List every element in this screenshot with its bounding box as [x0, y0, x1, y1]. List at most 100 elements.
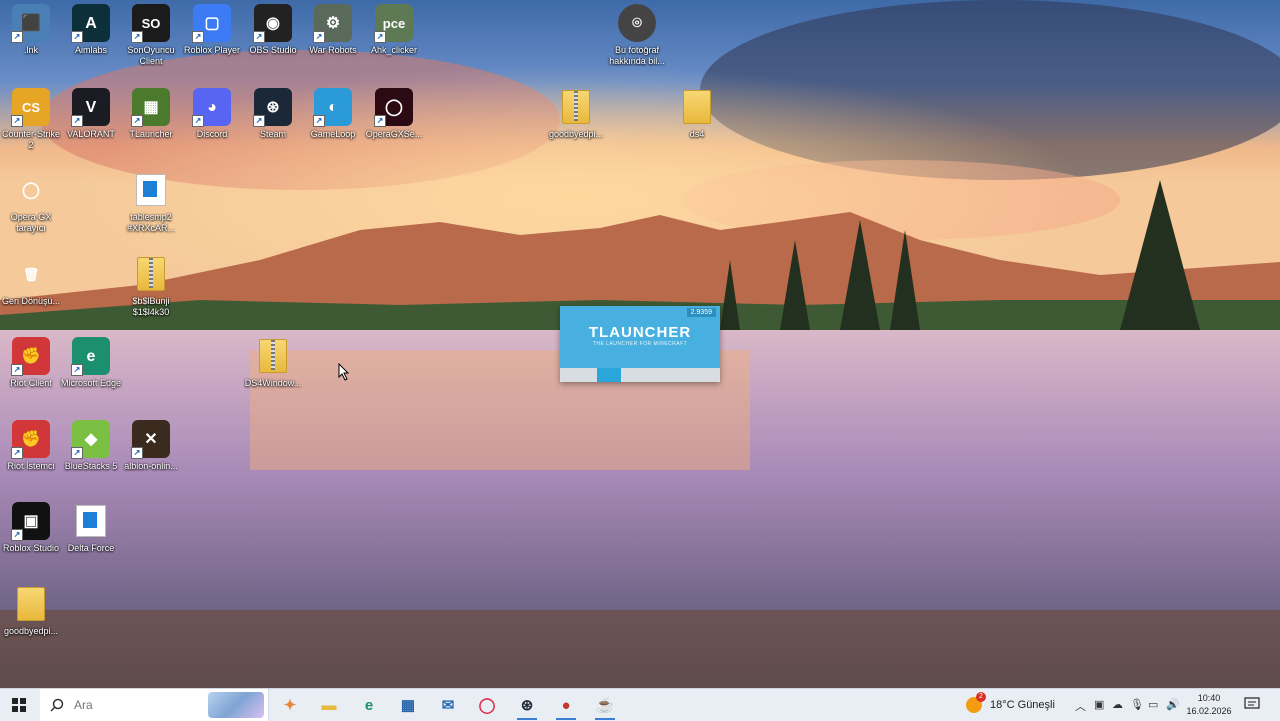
roblox-player-icon[interactable]: ▢ ↗ Roblox Player	[181, 4, 243, 56]
opera-gx-icon[interactable]: ◯ Opera GX tarayıcı	[0, 171, 62, 234]
obs-studio-glyph-icon: ◉ ↗	[253, 4, 292, 43]
shortcut-arrow-icon: ↗	[374, 115, 386, 127]
system-clock[interactable]: 10:40 16.02.2026	[1183, 692, 1235, 718]
albion-online-icon[interactable]: ✕ ↗ albion-onlin...	[120, 420, 182, 472]
steam-taskbar-button[interactable]: ⊛	[513, 693, 541, 720]
delta-force-icon[interactable]: Delta Force	[60, 502, 122, 554]
desktop-icon-label: Opera GX tarayıcı	[10, 212, 52, 233]
gameloop-glyph-icon: ◐ ↗	[313, 88, 352, 127]
unknown-app-taskbar-button[interactable]: ●	[552, 693, 580, 720]
gameloop-icon[interactable]: ◐ ↗ GameLoop	[302, 88, 364, 140]
desktop-icon-label: Bu fotoğraf hakkında bil...	[609, 45, 665, 66]
counter-strike-icon[interactable]: CS ↗ Counter-Strike 2	[0, 88, 62, 151]
operagx-setup-glyph-icon: ◯ ↗	[374, 88, 413, 127]
obs-studio-icon[interactable]: ◉ ↗ OBS Studio	[242, 4, 304, 56]
start-button[interactable]	[5, 693, 33, 717]
volume-icon[interactable]: 🔊	[1166, 698, 1180, 711]
weather-badge: 2	[976, 692, 986, 702]
aimlabs-icon[interactable]: A ↗ Aimlabs	[60, 4, 122, 56]
mail-taskbar-button[interactable]: ✉	[434, 693, 462, 717]
ds4windows-zip-icon[interactable]: DS4Window...	[242, 337, 304, 389]
tray-app-icon[interactable]: ▣	[1094, 698, 1104, 711]
shortcut-arrow-icon: ↗	[131, 447, 143, 459]
ahk-clicker-glyph-icon: pce ↗	[374, 4, 413, 43]
tlauncher-splash-window[interactable]: 2.9359 TLAUNCHER THE LAUNCHER FOR MINECR…	[560, 306, 720, 382]
ahk-clicker-icon[interactable]: pce ↗ Ahk_clicker	[363, 4, 425, 56]
riot-istemci-icon[interactable]: ✊ ↗ Riot İstemci	[0, 420, 62, 472]
riot-client-icon[interactable]: ✊ ↗ Riot Client	[0, 337, 62, 389]
tablesmp-icon[interactable]: tablesmp2 #XRXcAR...	[120, 171, 182, 234]
shortcut-arrow-icon: ↗	[11, 529, 23, 541]
photo-info-icon[interactable]: ⌾ Bu fotoğraf hakkında bil...	[606, 4, 668, 67]
copilot-taskbar-icon: ✦	[283, 697, 297, 714]
shortcut-arrow-icon: ↗	[11, 31, 23, 43]
valorant-icon[interactable]: V ↗ VALORANT	[60, 88, 122, 140]
roblox-player-glyph-icon: ▢ ↗	[192, 4, 231, 43]
operagx-setup-icon[interactable]: ◯ ↗ OperaGXSe...	[363, 88, 425, 140]
clock-date: 16.02.2026	[1186, 706, 1232, 716]
java-taskbar-button[interactable]: ☕	[591, 693, 619, 720]
desktop-icon-label: War Robots	[309, 45, 357, 55]
ds4-folder-icon[interactable]: ds4	[666, 88, 728, 140]
edge-taskbar-button[interactable]: e	[355, 693, 383, 717]
search-input[interactable]	[72, 697, 196, 713]
desktop-icon-label: TLauncher	[129, 129, 173, 139]
file-explorer-taskbar-button[interactable]: ▬	[315, 693, 343, 717]
tlauncher-subtitle: THE LAUNCHER FOR MINECRAFT	[592, 341, 688, 347]
desktop-icon-label: SonOyuncu Client	[127, 45, 175, 66]
tlauncher-glyph-icon: ▦ ↗	[131, 88, 170, 127]
mouse-cursor-icon	[338, 363, 350, 381]
show-hidden-icons-chevron-icon[interactable]: ︿	[1075, 698, 1086, 714]
notifications-button[interactable]	[1244, 697, 1260, 711]
discord-icon[interactable]: ◕ ↗ Discord	[181, 88, 243, 140]
desktop-icon-label: Roblox Player	[183, 45, 241, 55]
tlauncher-icon[interactable]: ▦ ↗ TLauncher	[120, 88, 182, 140]
shortcut-arrow-icon: ↗	[131, 115, 143, 127]
bluestacks-icon[interactable]: ◆ ↗ BlueStacks 5	[60, 420, 122, 472]
onedrive-icon[interactable]: ☁	[1112, 698, 1123, 711]
shortcut-arrow-icon: ↗	[192, 115, 204, 127]
lnk-icon[interactable]: ⬛ ↗ .lnk	[0, 4, 62, 56]
aimlabs-glyph-icon: A ↗	[71, 4, 110, 43]
riot-client-glyph-icon: ✊ ↗	[11, 337, 50, 376]
recycle-bin-icon[interactable]: 🗑 Geri Dönüşü...	[0, 255, 62, 307]
shortcut-arrow-icon: ↗	[313, 115, 325, 127]
recycle-bin-glyph-icon: 🗑	[22, 266, 40, 282]
ds4-folder-glyph-icon	[678, 88, 716, 126]
bluestacks-glyph-icon: ◆ ↗	[71, 420, 110, 459]
search-icon	[50, 698, 64, 712]
shortcut-arrow-icon: ↗	[71, 31, 83, 43]
opera-gx-taskbar-button[interactable]: ◯	[473, 693, 501, 717]
valorant-glyph-icon: V ↗	[71, 88, 110, 127]
copilot-taskbar-button[interactable]: ✦	[276, 693, 304, 717]
zip-file-icon[interactable]: $b$lBunji $1$l4k30	[120, 255, 182, 318]
desktop-icon-label: goodbyedpi...	[3, 626, 59, 636]
ds4windows-zip-glyph-icon	[254, 337, 292, 375]
goodbyedpi-zip-icon[interactable]: goodbyedpi...	[545, 88, 607, 140]
war-robots-icon[interactable]: ⚙ ↗ War Robots	[302, 4, 364, 56]
opera-gx-glyph-icon: ◯	[22, 181, 40, 199]
weather-widget[interactable]: 2 18°C Güneşli	[964, 689, 1064, 721]
desktop-icon-label: Delta Force	[67, 543, 115, 553]
sonoyuncu-glyph-icon: SO ↗	[131, 4, 170, 43]
shortcut-arrow-icon: ↗	[313, 31, 325, 43]
zip-file-glyph-icon	[132, 255, 170, 293]
taskbar-search-box[interactable]	[40, 689, 269, 721]
microphone-icon[interactable]: 🎙	[1130, 698, 1144, 711]
network-icon[interactable]: ▭	[1148, 698, 1158, 711]
desktop-icon-label: Riot İstemci	[7, 461, 55, 471]
roblox-studio-icon[interactable]: ▣ ↗ Roblox Studio	[0, 502, 62, 554]
shortcut-arrow-icon: ↗	[374, 31, 386, 43]
desktop-icon-label: GameLoop	[310, 129, 356, 139]
roblox-studio-glyph-icon: ▣ ↗	[11, 502, 50, 541]
shortcut-arrow-icon: ↗	[71, 364, 83, 376]
taskbar: ✦ ▬ e ▦ ✉ ◯ ⊛ ● ☕ 2 18°C Güneşli ︿ ▣ ☁ 🎙 ▭ 🔊 10:…	[0, 688, 1280, 721]
desktop-icon-label: albion-onlin...	[124, 461, 178, 471]
goodbye-folder-icon[interactable]: goodbyedpi...	[0, 585, 62, 637]
shortcut-arrow-icon: ↗	[11, 115, 23, 127]
steam-icon[interactable]: ⊛ ↗ Steam	[242, 88, 304, 140]
store-taskbar-button[interactable]: ▦	[394, 693, 422, 717]
search-highlight-image[interactable]	[208, 692, 264, 718]
microsoft-edge-icon[interactable]: e ↗ Microsoft Edge	[60, 337, 122, 389]
sonoyuncu-icon[interactable]: SO ↗ SonOyuncu Client	[120, 4, 182, 67]
